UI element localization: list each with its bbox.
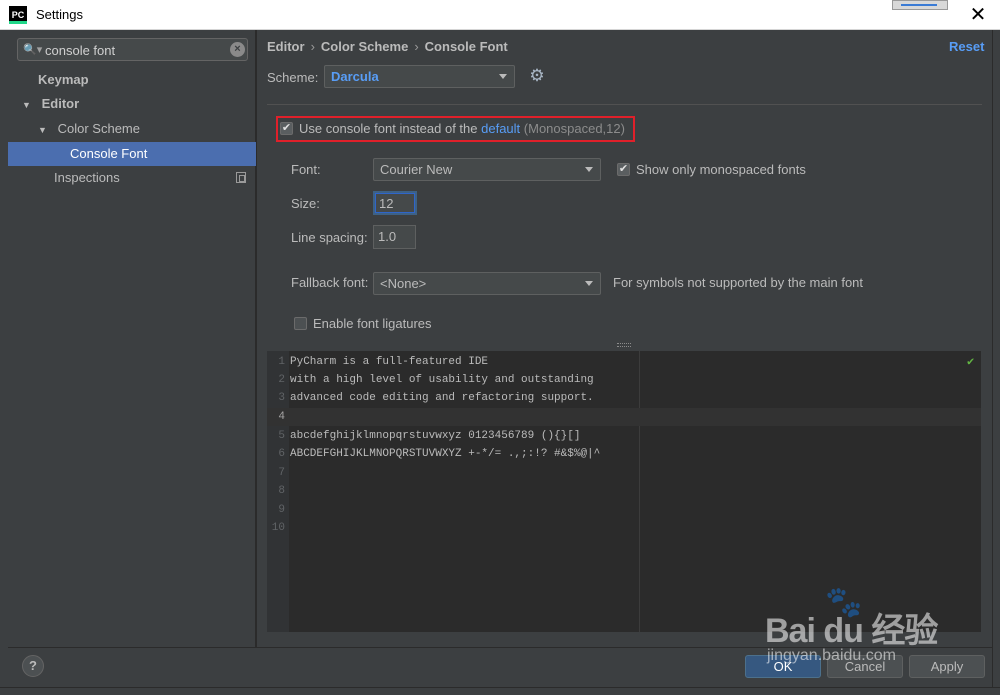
chevron-down-icon bbox=[585, 167, 593, 172]
settings-main-panel: Editor › Color Scheme › Console Font Reset S… bbox=[257, 30, 992, 647]
scheme-label: Scheme: bbox=[267, 70, 319, 85]
preview-text: ABCDEFGHIJKLMNOPQRSTUVWXYZ +-*/= .,;:!? … bbox=[290, 448, 601, 460]
line-number: 5 bbox=[278, 430, 285, 442]
preview-line: 5 abcdefghijklmnopqrstuvwxyz 0123456789 (… bbox=[267, 427, 981, 445]
background-window-edge bbox=[0, 30, 8, 695]
search-icon: 🔍▾ bbox=[23, 44, 43, 56]
line-number: 3 bbox=[278, 392, 285, 404]
gear-icon[interactable]: ⚙ bbox=[528, 67, 546, 85]
preview-text: with a high level of usability and outst… bbox=[290, 374, 594, 386]
pycharm-icon: PC bbox=[9, 6, 27, 24]
close-icon[interactable]: ✕ bbox=[966, 3, 990, 27]
preview-line: 7 bbox=[267, 464, 981, 482]
size-label: Size: bbox=[291, 196, 320, 211]
font-dropdown[interactable]: Courier New bbox=[373, 158, 601, 181]
use-console-font-text: Use console font instead of the bbox=[299, 121, 482, 136]
sidebar-item-label: Inspections bbox=[54, 170, 120, 185]
preview-line: 3 advanced code editing and refactoring s… bbox=[267, 389, 981, 407]
line-number: 4 bbox=[278, 411, 285, 423]
preview-line-current: 4 bbox=[267, 408, 981, 426]
reset-link[interactable]: Reset bbox=[949, 39, 984, 54]
preview-text: PyCharm is a full-featured IDE bbox=[290, 356, 489, 368]
breadcrumb-item: Color Scheme bbox=[320, 39, 409, 54]
sidebar-item-label: Editor bbox=[41, 96, 80, 111]
font-value: Courier New bbox=[380, 162, 453, 177]
project-settings-icon bbox=[236, 172, 246, 183]
fallback-font-dropdown[interactable]: <None> bbox=[373, 272, 601, 295]
line-spacing-input[interactable]: 1.0 bbox=[373, 225, 416, 249]
line-number: 9 bbox=[278, 504, 285, 516]
font-ligatures-checkbox[interactable] bbox=[294, 317, 307, 330]
window-title: Settings bbox=[36, 7, 83, 22]
search-box[interactable]: 🔍▾ × bbox=[17, 38, 248, 61]
preview-line: 10 bbox=[267, 519, 981, 537]
preview-text: advanced code editing and refactoring su… bbox=[290, 392, 594, 404]
use-console-font-label: Use console font instead of the default … bbox=[299, 121, 625, 136]
preview-line: 9 bbox=[267, 501, 981, 519]
sidebar-item-label: Console Font bbox=[70, 146, 148, 161]
divider bbox=[267, 104, 982, 105]
clear-search-icon[interactable]: × bbox=[230, 42, 245, 57]
sidebar-item-label: Color Scheme bbox=[57, 121, 140, 136]
baidu-watermark: 🐾 Bai du 经验 jingyan.baidu.com bbox=[765, 585, 995, 675]
preview-line: 1 PyCharm is a full-featured IDE bbox=[267, 353, 981, 371]
line-number: 1 bbox=[278, 356, 285, 368]
font-label: Font: bbox=[291, 162, 321, 177]
breadcrumb-item: Console Font bbox=[424, 39, 508, 54]
size-input[interactable]: 12 bbox=[373, 191, 417, 215]
use-console-font-checkbox[interactable]: ✔ bbox=[280, 122, 293, 135]
sidebar-item-color-scheme[interactable]: ▼ Color Scheme bbox=[8, 117, 256, 141]
chevron-down-icon bbox=[499, 74, 507, 79]
default-font-hint: (Monospaced,12) bbox=[520, 121, 625, 136]
chevron-down-icon bbox=[585, 281, 593, 286]
preview-text: abcdefghijklmnopqrstuvwxyz 0123456789 ()… bbox=[290, 430, 581, 442]
search-input[interactable] bbox=[45, 41, 220, 59]
sidebar-item-editor[interactable]: ▼ Editor bbox=[8, 92, 256, 116]
line-spacing-label: Line spacing: bbox=[291, 230, 368, 245]
preview-line: 2 with a high level of usability and outs… bbox=[267, 371, 981, 389]
settings-sidebar: 🔍▾ × Keymap ▼ Editor ▼ Color Scheme Cons… bbox=[8, 30, 256, 647]
line-number: 10 bbox=[271, 522, 285, 534]
sidebar-item-label: Keymap bbox=[38, 72, 89, 87]
expand-arrow-icon[interactable]: ▼ bbox=[22, 93, 34, 117]
sidebar-item-inspections[interactable]: Inspections bbox=[8, 166, 256, 190]
sidebar-item-keymap[interactable]: Keymap bbox=[8, 68, 256, 92]
watermark-brand: Bai du 经验 bbox=[765, 612, 938, 650]
sidebar-item-console-font[interactable]: Console Font bbox=[8, 142, 256, 166]
scheme-value: Darcula bbox=[331, 69, 379, 84]
breadcrumb-item: Editor bbox=[267, 39, 305, 54]
line-number: 7 bbox=[278, 467, 285, 479]
default-font-link[interactable]: default bbox=[481, 121, 520, 136]
monospaced-only-label: Show only monospaced fonts bbox=[636, 162, 806, 177]
scheme-dropdown[interactable]: Darcula bbox=[324, 65, 515, 88]
breadcrumb-separator-icon: › bbox=[414, 39, 419, 54]
monospaced-only-checkbox[interactable]: ✔ bbox=[617, 163, 630, 176]
fallback-font-hint: For symbols not supported by the main fo… bbox=[613, 275, 864, 290]
line-number: 8 bbox=[278, 485, 285, 497]
status-bar bbox=[0, 687, 1000, 695]
title-bar: PC Settings ✕ bbox=[0, 0, 1000, 30]
preview-line: 8 bbox=[267, 482, 981, 500]
fallback-font-label: Fallback font: bbox=[291, 275, 369, 290]
expand-arrow-icon[interactable]: ▼ bbox=[38, 118, 50, 142]
splitter-handle[interactable] bbox=[617, 343, 631, 347]
preview-line: 6 ABCDEFGHIJKLMNOPQRSTUVWXYZ +-*/= .,;:!?… bbox=[267, 445, 981, 463]
help-icon[interactable]: ? bbox=[22, 655, 44, 677]
watermark-url: jingyan.baidu.com bbox=[767, 647, 896, 664]
line-number: 2 bbox=[278, 374, 285, 386]
breadcrumb: Editor › Color Scheme › Console Font bbox=[267, 39, 508, 54]
line-number: 6 bbox=[278, 448, 285, 460]
taskbar-thumbnail bbox=[892, 0, 948, 10]
fallback-font-value: <None> bbox=[380, 276, 427, 291]
breadcrumb-separator-icon: › bbox=[310, 39, 315, 54]
font-ligatures-label: Enable font ligatures bbox=[313, 316, 432, 331]
